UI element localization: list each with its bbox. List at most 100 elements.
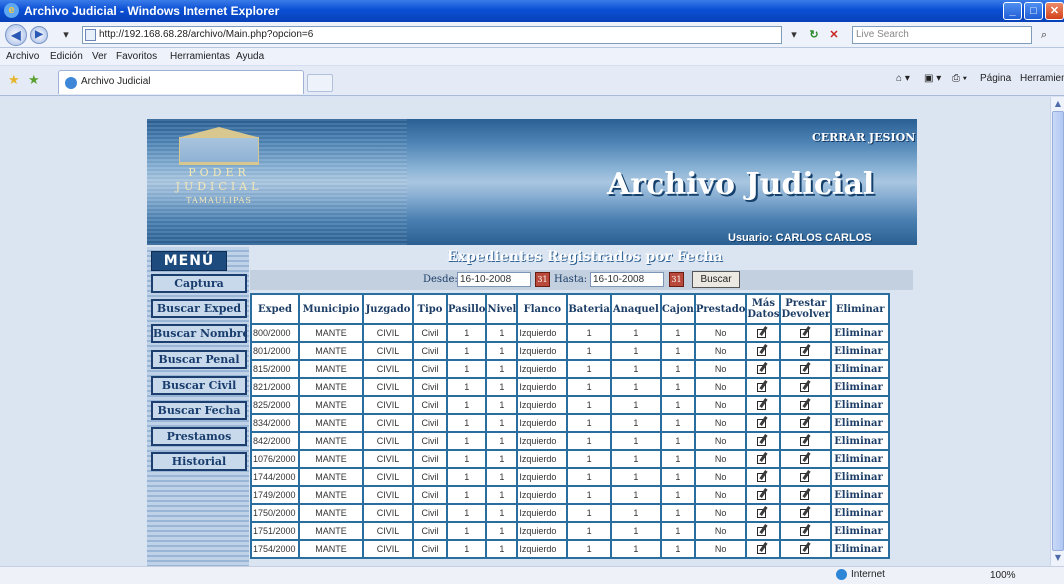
delete-link[interactable]: Eliminar bbox=[830, 413, 891, 433]
menu-edicion[interactable]: Edición bbox=[50, 51, 83, 62]
new-tab-button[interactable] bbox=[307, 74, 333, 92]
delete-link[interactable]: Eliminar bbox=[830, 395, 891, 415]
add-favorites-icon[interactable]: ★ bbox=[28, 72, 40, 88]
lend-return-icon[interactable] bbox=[799, 398, 812, 410]
sidebar-item-prestamos[interactable]: Prestamos bbox=[151, 427, 247, 446]
page-menu[interactable]: Página bbox=[980, 73, 1011, 84]
lend-return-icon[interactable] bbox=[799, 524, 812, 536]
maximize-button[interactable]: □ bbox=[1024, 2, 1043, 20]
search-icon[interactable]: ⌕ bbox=[1036, 27, 1052, 43]
more-data-icon[interactable] bbox=[757, 542, 769, 554]
tools-menu[interactable]: Herramientas bbox=[1020, 73, 1064, 84]
lend-return-icon[interactable] bbox=[799, 344, 812, 356]
sidebar-item-buscar-penal[interactable]: Buscar Penal bbox=[151, 350, 247, 369]
menu-favoritos[interactable]: Favoritos bbox=[116, 51, 157, 62]
lend-return-icon[interactable] bbox=[799, 362, 812, 374]
tab-archivo-judicial[interactable]: Archivo Judicial bbox=[58, 70, 304, 94]
to-calendar-icon[interactable]: 31 bbox=[669, 272, 684, 287]
cell-anaquel: 1 bbox=[609, 503, 662, 523]
more-data-icon[interactable] bbox=[757, 470, 769, 482]
from-calendar-icon[interactable]: 31 bbox=[535, 272, 550, 287]
lend-return-icon[interactable] bbox=[799, 326, 812, 338]
url-input[interactable]: http://192.168.68.28/archivo/Main.php?op… bbox=[82, 26, 782, 44]
cell-more-data bbox=[745, 521, 782, 541]
scroll-up-icon[interactable]: ▲ bbox=[1052, 98, 1064, 110]
lend-return-icon[interactable] bbox=[799, 470, 812, 482]
cell-exped: 842/2000 bbox=[250, 431, 300, 451]
delete-link[interactable]: Eliminar bbox=[830, 359, 891, 379]
cell-juzgado: CIVIL bbox=[362, 431, 414, 451]
delete-link[interactable]: Eliminar bbox=[830, 485, 891, 505]
more-data-icon[interactable] bbox=[757, 380, 769, 392]
lend-return-icon[interactable] bbox=[799, 380, 812, 392]
scroll-down-icon[interactable]: ▼ bbox=[1052, 552, 1064, 564]
live-search-input[interactable]: Live Search bbox=[852, 26, 1032, 44]
cell-pasillo: 1 bbox=[445, 377, 488, 397]
print-icon[interactable]: ⎙ ▾ bbox=[952, 73, 967, 84]
menu-archivo[interactable]: Archivo bbox=[6, 51, 39, 62]
menu-ver[interactable]: Ver bbox=[92, 51, 107, 62]
search-button[interactable]: Buscar bbox=[692, 271, 740, 288]
menu-ayuda[interactable]: Ayuda bbox=[236, 51, 264, 62]
more-data-icon[interactable] bbox=[757, 506, 769, 518]
window-title-bar: e Archivo Judicial - Windows Internet Ex… bbox=[0, 0, 1064, 22]
scroll-thumb[interactable] bbox=[1052, 111, 1064, 551]
feeds-icon[interactable]: ▣ ▾ bbox=[924, 73, 941, 84]
from-date-input[interactable]: 16-10-2008 bbox=[457, 272, 531, 287]
delete-link[interactable]: Eliminar bbox=[830, 377, 891, 397]
logout-link[interactable]: CERRAR JESION bbox=[812, 131, 915, 144]
to-date-input[interactable]: 16-10-2008 bbox=[590, 272, 664, 287]
cell-juzgado: CIVIL bbox=[362, 413, 414, 433]
sidebar-item-historial[interactable]: Historial bbox=[151, 452, 247, 471]
sidebar-item-captura[interactable]: Captura bbox=[151, 274, 247, 293]
vertical-scrollbar[interactable]: ▲ ▼ bbox=[1050, 97, 1064, 566]
more-data-icon[interactable] bbox=[757, 434, 769, 446]
close-window-button[interactable]: ✕ bbox=[1045, 2, 1064, 20]
lend-return-icon[interactable] bbox=[799, 488, 812, 500]
table-row: 815/2000 MANTE CIVIL Civil 1 1 Izquierdo 1 1 1 No E… bbox=[250, 359, 891, 379]
sidebar-item-buscar-fecha[interactable]: Buscar Fecha bbox=[151, 401, 247, 420]
minimize-button[interactable]: _ bbox=[1003, 2, 1022, 20]
cell-nivel: 1 bbox=[485, 377, 519, 397]
sidebar-item-buscar-nombre[interactable]: Buscar Nombre bbox=[151, 324, 247, 343]
lend-return-icon[interactable] bbox=[799, 506, 812, 518]
cell-pasillo: 1 bbox=[445, 341, 488, 361]
cell-nivel: 1 bbox=[485, 503, 519, 523]
forward-button[interactable]: ▶ bbox=[30, 26, 48, 44]
cell-bateria: 1 bbox=[566, 467, 612, 487]
home-icon[interactable]: ⌂ ▾ bbox=[896, 73, 910, 84]
delete-link[interactable]: Eliminar bbox=[830, 521, 891, 541]
delete-link[interactable]: Eliminar bbox=[830, 467, 891, 487]
delete-link[interactable]: Eliminar bbox=[830, 323, 891, 343]
more-data-icon[interactable] bbox=[757, 488, 769, 500]
more-data-icon[interactable] bbox=[757, 416, 769, 428]
more-data-icon[interactable] bbox=[757, 524, 769, 536]
more-data-icon[interactable] bbox=[757, 398, 769, 410]
sidebar-item-buscar-civil[interactable]: Buscar Civil bbox=[151, 376, 247, 395]
favorites-star-icon[interactable]: ★ bbox=[8, 72, 20, 88]
lend-return-icon[interactable] bbox=[799, 416, 812, 428]
refresh-icon[interactable]: ↻ bbox=[806, 27, 822, 43]
lend-return-icon[interactable] bbox=[799, 434, 812, 446]
more-data-icon[interactable] bbox=[757, 344, 769, 356]
sidebar-item-buscar-exped[interactable]: Buscar Exped bbox=[151, 299, 247, 318]
back-button[interactable]: ◀ bbox=[5, 24, 27, 46]
more-data-icon[interactable] bbox=[757, 452, 769, 464]
cell-more-data bbox=[745, 341, 782, 361]
delete-link[interactable]: Eliminar bbox=[830, 449, 891, 469]
stop-icon[interactable]: ✕ bbox=[826, 27, 842, 43]
delete-link[interactable]: Eliminar bbox=[830, 431, 891, 451]
more-data-icon[interactable] bbox=[757, 326, 769, 338]
delete-link[interactable]: Eliminar bbox=[830, 539, 891, 559]
lend-return-icon[interactable] bbox=[799, 452, 812, 464]
menu-herramientas[interactable]: Herramientas bbox=[170, 51, 230, 62]
delete-link[interactable]: Eliminar bbox=[830, 503, 891, 523]
logo-line-3: TAMAULIPAS bbox=[186, 196, 252, 205]
lend-return-icon[interactable] bbox=[799, 542, 812, 554]
cell-exped: 1754/2000 bbox=[250, 539, 300, 559]
delete-link[interactable]: Eliminar bbox=[830, 341, 891, 361]
history-dropdown-icon[interactable]: ▾ bbox=[58, 27, 74, 43]
more-data-icon[interactable] bbox=[757, 362, 769, 374]
url-dropdown-icon[interactable]: ▾ bbox=[786, 27, 802, 43]
zoom-level[interactable]: 100% bbox=[990, 570, 1016, 581]
